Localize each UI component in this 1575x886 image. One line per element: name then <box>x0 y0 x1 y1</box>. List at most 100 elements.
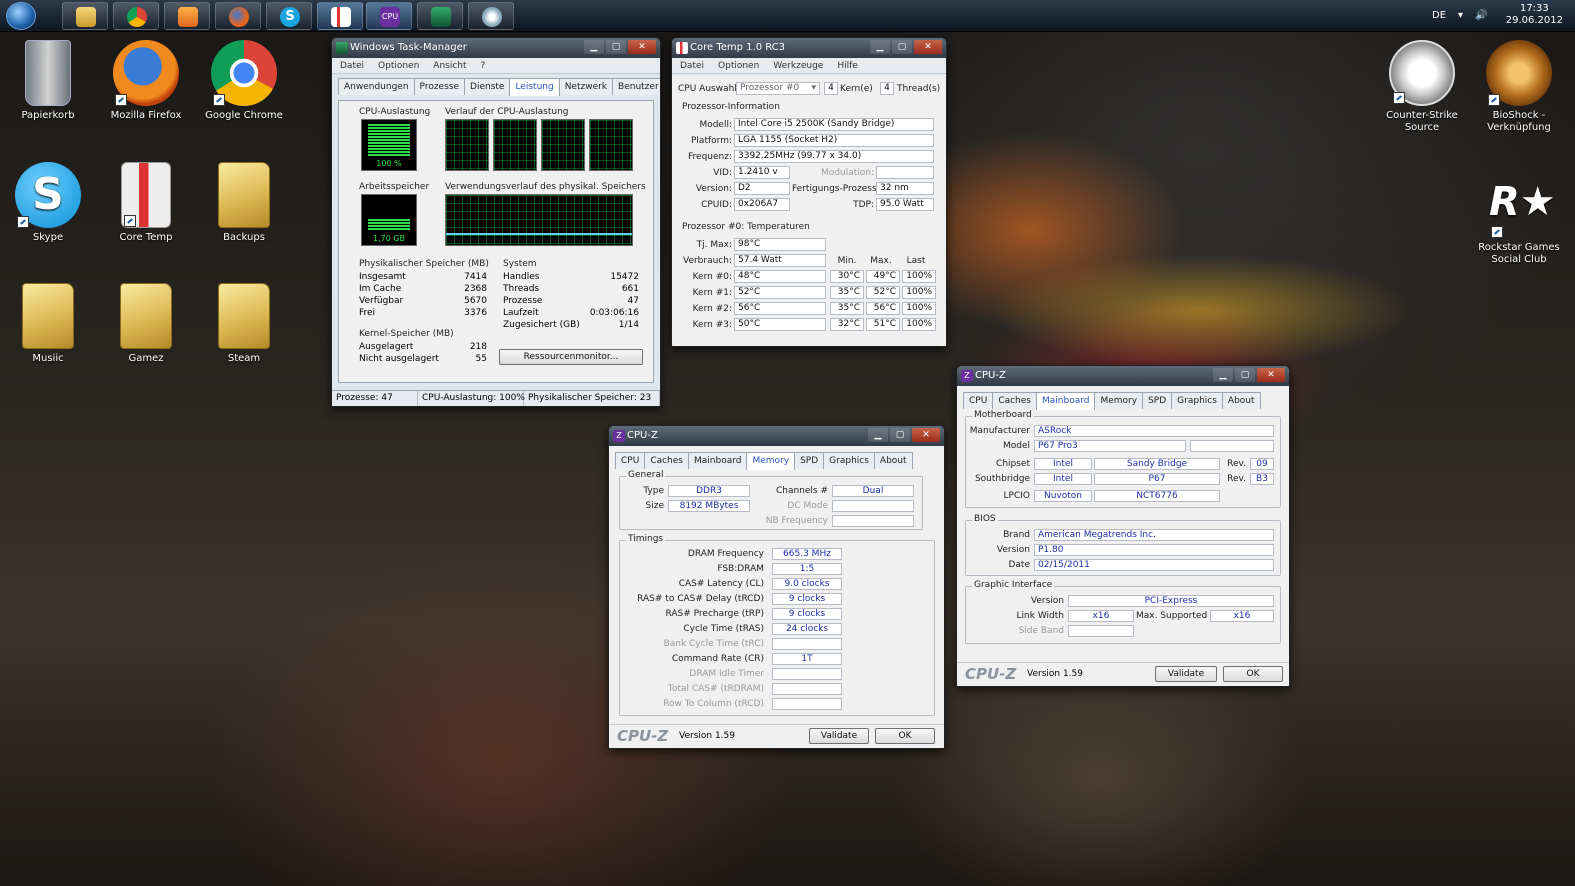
version-label: Version: <box>695 184 732 194</box>
tab-benutzer[interactable]: Benutzer <box>612 78 660 95</box>
taskbar-media-button[interactable] <box>164 2 210 30</box>
taskbar-taskmanager-button[interactable] <box>417 2 463 30</box>
gi-version-value: PCI-Express <box>1068 595 1274 607</box>
clock[interactable]: 17:33 29.06.2012 <box>1506 3 1563 27</box>
core-name: Kern #0: <box>692 272 732 282</box>
taskmanager-titlebar[interactable]: Windows Task-Manager ▁ ▢ ✕ <box>332 38 660 58</box>
tab-leistung[interactable]: Leistung <box>509 78 560 96</box>
desktop-icon-gamez[interactable]: Gamez <box>101 283 191 365</box>
tab-netzwerk[interactable]: Netzwerk <box>558 78 614 95</box>
cpuz-bottom-bar: CPU-Z Version 1.59 Validate OK <box>609 724 944 748</box>
tab-dienste[interactable]: Dienste <box>464 78 511 95</box>
cpu-select-dropdown[interactable]: Prozessor #0 ▾ <box>736 82 820 95</box>
desktop-icon-firefox[interactable]: Mozilla Firefox <box>101 40 191 122</box>
menu-hilfe[interactable]: Hilfe <box>837 58 857 73</box>
desktop-icon-chrome[interactable]: Google Chrome <box>199 40 289 122</box>
desktop-icon-rockstar[interactable]: R★ Rockstar Games Social Club <box>1474 172 1564 266</box>
tab-mainboard[interactable]: Mainboard <box>688 452 748 469</box>
ok-button[interactable]: OK <box>875 728 935 744</box>
close-button[interactable]: ✕ <box>1257 368 1285 382</box>
core-row: Kern #0: 48°C 30°C 49°C 100% <box>672 270 942 284</box>
timing-label: Row To Column (tRCD) <box>663 699 764 709</box>
ok-button[interactable]: OK <box>1223 666 1283 682</box>
desktop-icon-musiic[interactable]: Musiic <box>3 283 93 365</box>
tab-anwendungen[interactable]: Anwendungen <box>338 78 415 95</box>
tab-caches[interactable]: Caches <box>992 392 1037 409</box>
maximize-button[interactable]: ▢ <box>892 40 912 54</box>
status-cpu: CPU-Auslastung: 100% <box>418 391 525 406</box>
desktop-icon-recycle-bin[interactable]: Papierkorb <box>3 40 93 122</box>
taskbar-coretemp-button[interactable] <box>317 2 363 30</box>
dcmode-value <box>832 500 914 512</box>
desktop-icon-bioshock[interactable]: BioShock - Verknüpfung <box>1474 40 1564 134</box>
start-button[interactable] <box>6 2 36 30</box>
validate-button[interactable]: Validate <box>809 728 869 744</box>
desktop-icon-coretemp[interactable]: Core Temp <box>101 162 191 244</box>
resource-monitor-button[interactable]: Ressourcenmonitor... <box>499 349 643 365</box>
tab-spd[interactable]: SPD <box>1142 392 1173 409</box>
tab-spd[interactable]: SPD <box>794 452 825 469</box>
menu-ansicht[interactable]: Ansicht <box>433 58 466 73</box>
menu-help[interactable]: ? <box>481 58 486 73</box>
tab-about[interactable]: About <box>1221 392 1261 409</box>
menu-datei[interactable]: Datei <box>340 58 364 73</box>
coretemp-titlebar[interactable]: Core Temp 1.0 RC3 ▁ ▢ ✕ <box>672 38 946 58</box>
tab-graphics[interactable]: Graphics <box>823 452 875 469</box>
core-max: 51°C <box>866 318 900 331</box>
tab-about[interactable]: About <box>873 452 913 469</box>
counter-strike-icon <box>1389 40 1455 106</box>
maximize-button[interactable]: ▢ <box>606 40 626 54</box>
taskbar-explorer-button[interactable] <box>62 2 108 30</box>
close-button[interactable]: ✕ <box>628 40 656 54</box>
menu-werkzeuge[interactable]: Werkzeuge <box>773 58 823 73</box>
tab-caches[interactable]: Caches <box>644 452 689 469</box>
menu-datei[interactable]: Datei <box>680 58 704 73</box>
tab-cpu[interactable]: CPU <box>963 392 994 409</box>
minimize-button[interactable]: ▁ <box>1213 368 1233 382</box>
tab-prozesse[interactable]: Prozesse <box>413 78 466 95</box>
column-max-header: Max. <box>870 256 892 266</box>
tab-graphics[interactable]: Graphics <box>1171 392 1223 409</box>
motherboard-group: Motherboard Manufacturer ASRock Model P6… <box>965 410 1281 508</box>
minimize-button[interactable]: ▁ <box>870 40 890 54</box>
timing-label: Bank Cycle Time (tRC) <box>663 639 764 649</box>
manufacturer-value: ASRock <box>1034 425 1274 437</box>
shortcut-arrow-icon <box>115 94 127 106</box>
shortcut-arrow-icon <box>213 94 225 106</box>
tab-cpu[interactable]: CPU <box>615 452 646 469</box>
core-load: 100% <box>902 286 936 299</box>
cpuz-titlebar[interactable]: Z CPU-Z ▁ ▢ ✕ <box>609 426 944 446</box>
desktop-icon-label: Mozilla Firefox <box>110 110 182 121</box>
desktop-icon-backups[interactable]: Backups <box>199 162 289 244</box>
tab-memory[interactable]: Memory <box>746 452 796 470</box>
timing-label: Cycle Time (tRAS) <box>683 624 764 634</box>
close-button[interactable]: ✕ <box>914 40 942 54</box>
desktop-icon-steam[interactable]: Steam <box>199 283 289 365</box>
frequency-label: Frequenz: <box>688 152 732 162</box>
maximize-button[interactable]: ▢ <box>1235 368 1255 382</box>
chevron-down-icon: ▾ <box>811 83 816 93</box>
taskbar-paint-button[interactable] <box>468 2 514 30</box>
tab-memory[interactable]: Memory <box>1094 392 1144 409</box>
taskbar-chrome-button[interactable] <box>113 2 159 30</box>
taskbar-firefox-button[interactable] <box>215 2 261 30</box>
tdp-value: 95.0 Watt <box>876 198 934 211</box>
timing-label: FSB:DRAM <box>717 564 764 574</box>
tray-arrow-icon[interactable]: ▾ <box>1458 0 1463 32</box>
menu-optionen[interactable]: Optionen <box>378 58 419 73</box>
minimize-button[interactable]: ▁ <box>868 428 888 442</box>
taskbar-skype-button[interactable]: S <box>266 2 312 30</box>
desktop-icon-skype[interactable]: S Skype <box>3 162 93 244</box>
menu-optionen[interactable]: Optionen <box>718 58 759 73</box>
volume-icon[interactable]: 🔊 <box>1475 0 1487 32</box>
close-button[interactable]: ✕ <box>912 428 940 442</box>
tab-mainboard[interactable]: Mainboard <box>1036 392 1096 410</box>
validate-button[interactable]: Validate <box>1155 666 1217 682</box>
maximize-button[interactable]: ▢ <box>890 428 910 442</box>
system-row-value: 661 <box>621 284 639 294</box>
language-indicator[interactable]: DE <box>1432 0 1446 32</box>
minimize-button[interactable]: ▁ <box>584 40 604 54</box>
desktop-icon-counter-strike[interactable]: Counter-Strike Source <box>1374 40 1470 134</box>
cpuz-titlebar[interactable]: Z CPU-Z ▁ ▢ ✕ <box>957 366 1289 386</box>
taskbar-cpuz-button[interactable]: CPU <box>366 2 412 30</box>
